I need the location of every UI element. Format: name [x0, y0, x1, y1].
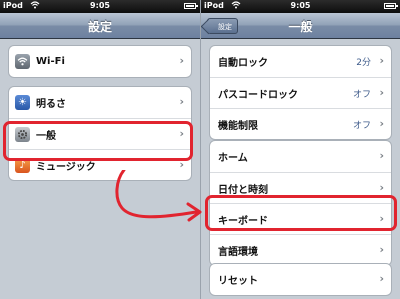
brightness-icon: ☀: [15, 95, 30, 110]
page-title: 設定: [87, 20, 112, 34]
annotation-arrow-icon: [115, 170, 202, 222]
chevron-right-icon: ›: [379, 149, 384, 162]
row-label: リセット: [218, 276, 258, 287]
settings-screen: iPod 9:05 設定 Wi-Fi › ☀ 明るさ › 一般 › ♪ ミュージ…: [0, 0, 200, 299]
status-bar: iPod 9:05: [0, 0, 200, 13]
row-label: 自動ロック: [218, 58, 268, 69]
battery-icon: [184, 3, 198, 9]
status-time: 9:05: [90, 1, 110, 10]
chevron-right-icon: ›: [179, 54, 184, 67]
row-label: 明るさ: [36, 99, 66, 110]
row-label: Wi-Fi: [36, 56, 65, 67]
row-label: 言語環境: [218, 246, 258, 258]
row-label: パスコードロック: [218, 89, 298, 101]
battery-icon: [384, 3, 398, 9]
row-label: 日付と時刻: [218, 184, 268, 196]
general-screen: iPod 9:05 設定 一般 自動ロック 2分 › パスコードロック オフ ›…: [200, 0, 400, 299]
settings-row-reset[interactable]: リセット ›: [210, 264, 391, 295]
general-group-security: 自動ロック 2分 › パスコードロック オフ › 機能制限 オフ ›: [209, 45, 392, 140]
chevron-right-icon: ›: [379, 243, 384, 256]
settings-row-wifi[interactable]: Wi-Fi ›: [9, 46, 191, 77]
row-label: 機能制限: [218, 120, 258, 132]
chevron-right-icon: ›: [379, 86, 384, 99]
settings-row-passcode-lock[interactable]: パスコードロック オフ ›: [210, 77, 391, 108]
chevron-right-icon: ›: [379, 181, 384, 194]
wifi-icon: [15, 54, 30, 69]
chevron-right-icon: ›: [379, 54, 384, 67]
row-value: オフ: [352, 121, 371, 131]
navigation-bar: 設定: [0, 13, 200, 39]
page-title: 一般: [288, 20, 313, 34]
settings-row-auto-lock[interactable]: 自動ロック 2分 ›: [210, 46, 391, 77]
status-bar: iPod 9:05: [201, 0, 400, 13]
chevron-right-icon: ›: [379, 117, 384, 130]
status-time: 9:05: [290, 1, 311, 10]
settings-row-brightness[interactable]: ☀ 明るさ ›: [9, 87, 191, 118]
settings-row-international[interactable]: 言語環境 ›: [210, 234, 391, 265]
chevron-right-icon: ›: [179, 95, 184, 108]
general-group-reset: リセット ›: [209, 263, 392, 296]
row-value: 2分: [356, 58, 371, 68]
settings-row-restrictions[interactable]: 機能制限 オフ ›: [210, 108, 391, 139]
settings-row-home[interactable]: ホーム ›: [210, 141, 391, 172]
highlight-keyboard: [205, 195, 397, 231]
row-label: ホーム: [218, 153, 248, 164]
settings-group-network: Wi-Fi ›: [8, 45, 192, 78]
chevron-right-icon: ›: [379, 272, 384, 285]
navigation-bar: 設定 一般: [201, 13, 400, 39]
row-value: オフ: [352, 90, 371, 100]
highlight-general: [3, 121, 193, 161]
